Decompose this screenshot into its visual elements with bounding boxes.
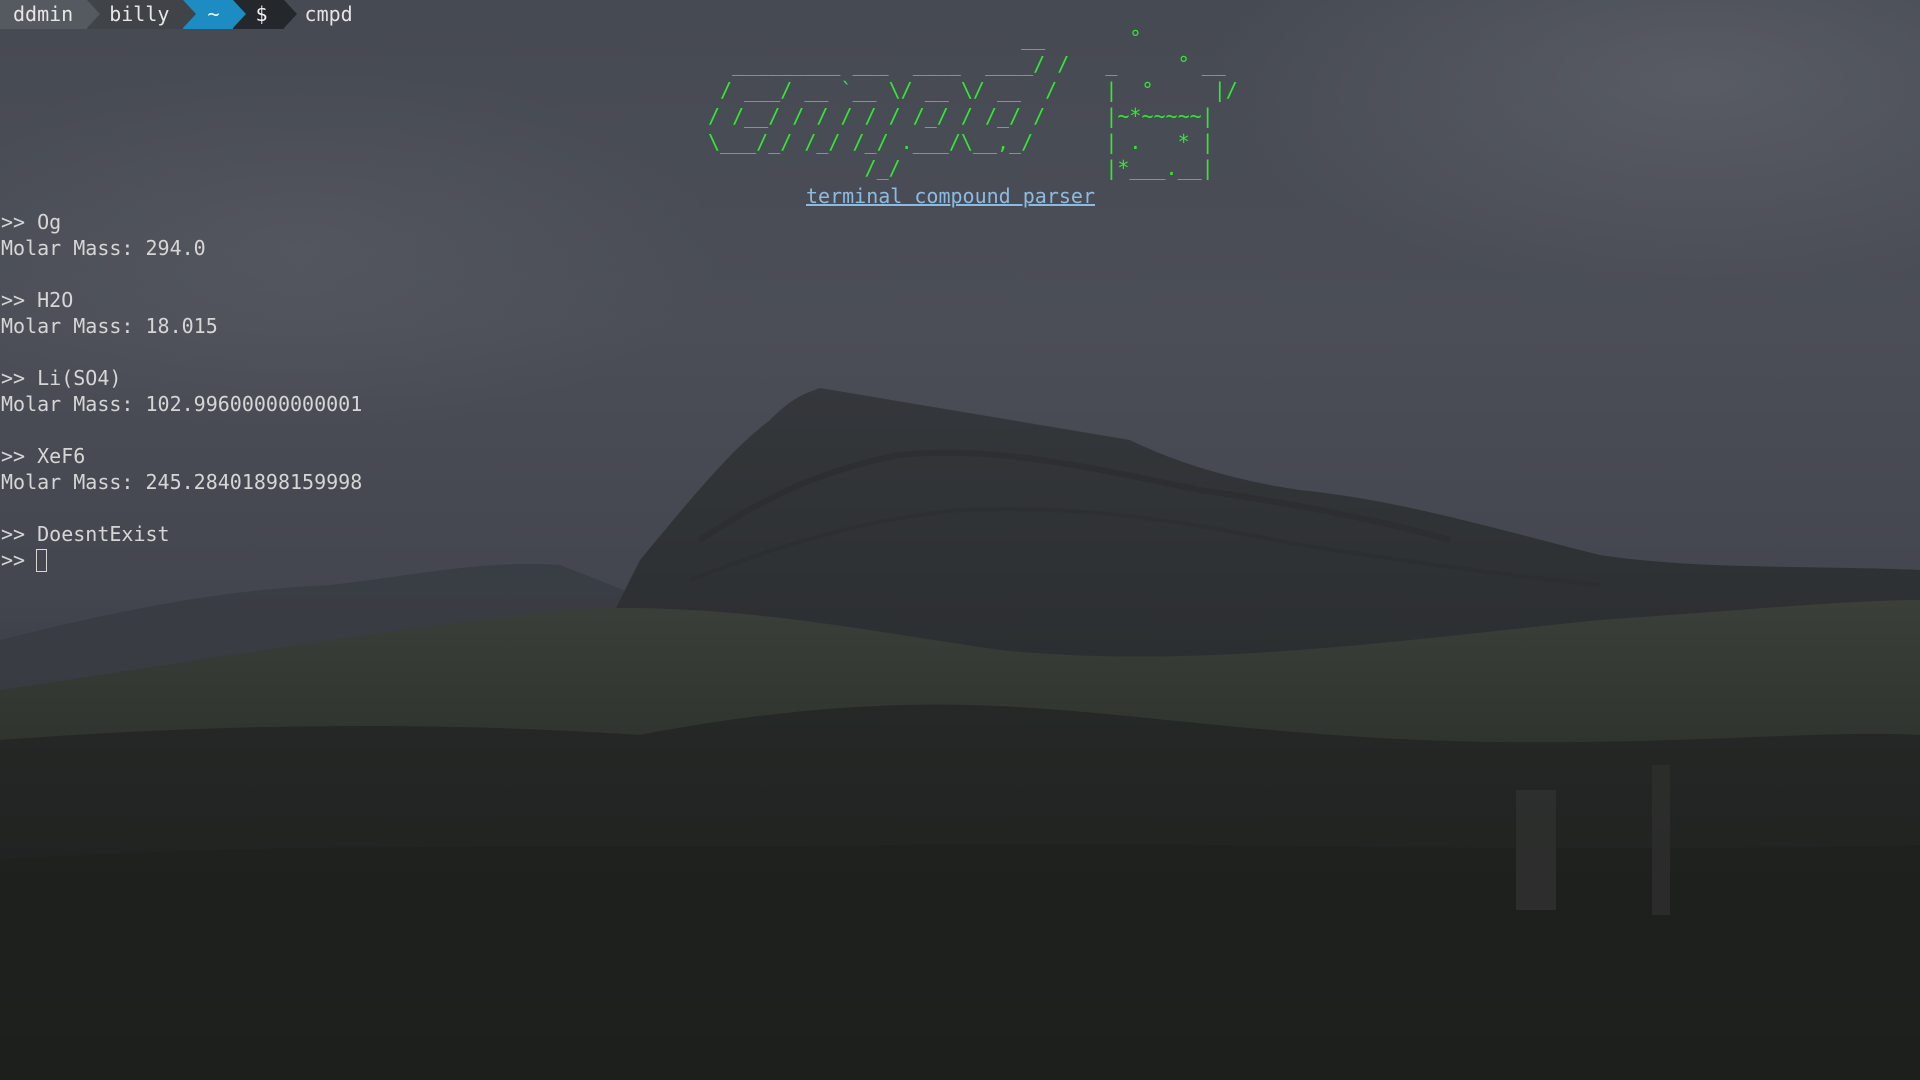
- powerline-arrow-icon: [87, 0, 101, 28]
- repl-output-line: Molar Mass: 18.015: [1, 314, 218, 338]
- repl-prompt-marker: >>: [1, 548, 26, 572]
- repl-input-line: >> XeF6: [1, 443, 362, 469]
- block-cursor-icon: [36, 548, 48, 572]
- powerline-arrow-icon: [233, 0, 247, 28]
- banner-tagline: terminal compound parser: [806, 184, 1095, 208]
- prompt-user-segment: ddmin: [0, 0, 101, 29]
- repl-input-line[interactable]: >>: [1, 547, 362, 573]
- prompt-host-segment: billy: [87, 0, 197, 29]
- repl-history: >> Og Molar Mass: 294.0 >> H2O Molar Mass: …: [1, 209, 362, 573]
- shell-prompt: ddmin billy ~ $ cmpd: [0, 0, 353, 29]
- powerline-arrow-icon: [183, 0, 197, 28]
- repl-input-line: >> Og: [1, 209, 362, 235]
- repl-output-line: Molar Mass: 245.28401898159998: [1, 470, 363, 494]
- repl-entries: >> Og Molar Mass: 294.0 >> H2O Molar Mass: …: [1, 209, 362, 521]
- repl-prompt-marker: >>: [1, 444, 26, 468]
- powerline-arrow-icon: [283, 0, 297, 28]
- repl-input-text: DoesntExist: [37, 522, 170, 546]
- prompt-directory: ~: [207, 2, 220, 26]
- prompt-user: ddmin: [13, 2, 74, 26]
- repl-output-line: Molar Mass: 102.99600000000001: [1, 392, 363, 416]
- repl-input-text: Li(SO4): [37, 366, 122, 390]
- repl-last-input-line: >> DoesntExist: [1, 521, 362, 547]
- terminal-window[interactable]: ddmin billy ~ $ cmpd __ ° _________ ___ …: [0, 0, 1920, 1080]
- prompt-symbol: $: [255, 2, 268, 26]
- repl-input-line: >> Li(SO4): [1, 365, 362, 391]
- prompt-host: billy: [109, 2, 170, 26]
- repl-input-line: >> H2O: [1, 287, 362, 313]
- repl-prompt-marker: >>: [1, 522, 26, 546]
- repl-input-text: XeF6: [37, 444, 86, 468]
- cmpd-ascii-logo: __ ° _________ ___ ____ ____/ / _ ° __ /…: [708, 26, 1238, 180]
- repl-output-line: Molar Mass: 294.0: [1, 236, 206, 260]
- repl-prompt-marker: >>: [1, 210, 26, 234]
- repl-input-text: Og: [37, 210, 62, 234]
- repl-prompt-marker: >>: [1, 366, 26, 390]
- repl-input-text: H2O: [37, 288, 74, 312]
- repl-prompt-marker: >>: [1, 288, 26, 312]
